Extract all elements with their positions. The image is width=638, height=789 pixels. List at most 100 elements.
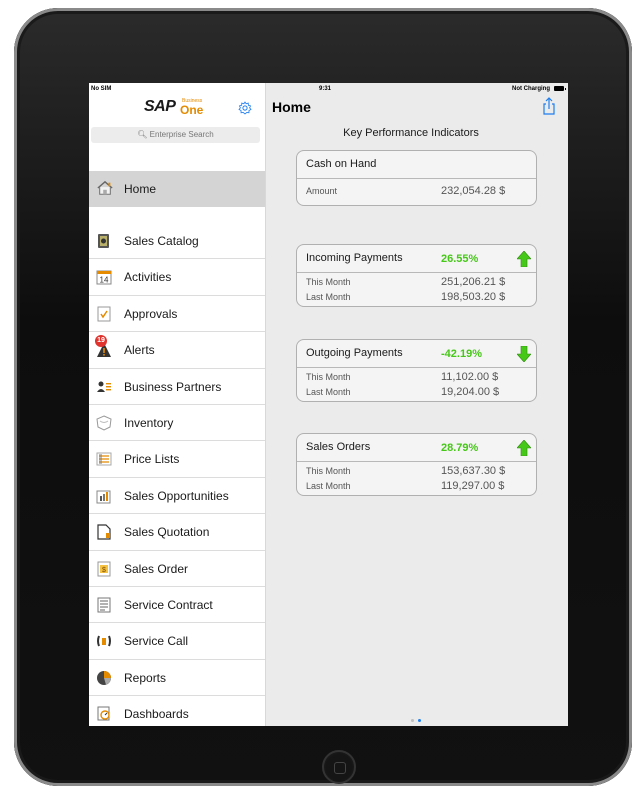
device-home-button[interactable] <box>322 750 356 784</box>
sidebar: SAP Business One 🔍︎ Enterprise Search Ho… <box>89 83 266 726</box>
kpi-row-value: 232,054.28 $ <box>441 185 506 197</box>
arrow-up-icon <box>517 440 531 456</box>
kpi-row: Last Month 198,503.20 $ <box>297 289 536 304</box>
search-placeholder: Enterprise Search <box>149 130 214 139</box>
sidebar-item-price-lists[interactable]: Price Lists <box>89 441 265 478</box>
kpi-card-title: Cash on Hand <box>306 158 377 170</box>
sales-order-icon: $ <box>97 561 111 577</box>
kpi-row: Last Month 119,297.00 $ <box>297 478 536 493</box>
page-dot <box>411 719 414 722</box>
kpi-row-value: 11,102.00 $ <box>441 371 499 383</box>
gear-icon[interactable] <box>238 101 252 115</box>
sidebar-item-label: Service Call <box>124 634 189 649</box>
sidebar-item-approvals[interactable]: Approvals <box>89 296 265 333</box>
home-icon <box>97 180 113 195</box>
box-icon <box>96 415 112 431</box>
sidebar-item-label: Home <box>124 182 157 196</box>
kpi-percent-change: 28.79% <box>441 442 479 454</box>
kpi-row-label: This Month <box>306 466 351 476</box>
sidebar-item-business-partners[interactable]: Business Partners <box>89 369 265 405</box>
kpi-row-value: 198,503.20 $ <box>441 291 506 303</box>
kpi-row-value: 251,206.21 $ <box>441 276 506 288</box>
share-icon[interactable] <box>542 97 556 115</box>
sidebar-item-label: Business Partners <box>124 379 222 394</box>
sidebar-item-service-call[interactable]: Service Call <box>89 623 265 660</box>
sidebar-item-alerts[interactable]: 19 Alerts <box>89 332 265 369</box>
sidebar-item-reports[interactable]: Reports <box>89 660 265 697</box>
kpi-card-outgoing-payments[interactable]: Outgoing Payments -42.19% This Month 11,102… <box>296 339 537 402</box>
kpi-row-label: This Month <box>306 372 351 382</box>
kpi-row-label: Last Month <box>306 292 351 302</box>
kpi-heading: Key Performance Indicators <box>343 127 479 139</box>
kpi-row: This Month 251,206.21 $ <box>297 274 536 289</box>
kpi-card-cash-on-hand[interactable]: Cash on Hand Amount 232,054.28 $ <box>296 150 537 206</box>
sidebar-nav-list: Sales Catalog 14 Activities Approvals 19 Aler… <box>89 223 265 726</box>
kpi-row-label: Amount <box>306 186 338 196</box>
kpi-row-label: Last Month <box>306 481 351 491</box>
sidebar-item-sales-order[interactable]: $ Sales Order <box>89 551 265 587</box>
sidebar-item-label: Sales Catalog <box>124 234 199 248</box>
kpi-card-header: Outgoing Payments -42.19% <box>297 340 536 368</box>
kpi-card-title: Incoming Payments <box>306 252 403 264</box>
kpi-percent-change: 26.55% <box>441 253 479 265</box>
sidebar-item-label: Sales Opportunities <box>124 488 229 503</box>
kpi-row: This Month 153,637.30 $ <box>297 463 536 478</box>
price-list-icon <box>96 452 112 466</box>
pie-chart-icon <box>97 670 111 685</box>
sidebar-item-label: Sales Order <box>124 561 189 576</box>
kpi-row: Amount 232,054.28 $ <box>297 183 536 198</box>
sidebar-item-label: Service Contract <box>124 597 213 612</box>
kpi-card-header: Sales Orders 28.79% <box>297 434 536 462</box>
sidebar-item-label: Price Lists <box>124 452 180 467</box>
arrow-up-icon <box>517 251 531 267</box>
opportunity-icon <box>96 490 111 504</box>
kpi-card-title: Outgoing Payments <box>306 347 403 359</box>
screen: SAP Business One 🔍︎ Enterprise Search Ho… <box>89 83 568 726</box>
sidebar-item-service-contract[interactable]: Service Contract <box>89 587 265 624</box>
contract-icon <box>97 597 111 613</box>
quotation-icon <box>97 524 111 540</box>
kpi-row-value: 153,637.30 $ <box>441 465 506 477</box>
calendar-day-number: 14 <box>100 276 109 285</box>
sidebar-item-home[interactable]: Home <box>89 171 265 207</box>
kpi-card-header: Cash on Hand <box>297 151 536 179</box>
catalog-icon <box>98 234 109 248</box>
sidebar-item-label: Approvals <box>124 306 178 321</box>
calendar-icon: 14 <box>96 270 112 285</box>
search-icon: 🔍︎ <box>137 130 148 139</box>
phone-icon <box>97 635 111 647</box>
page-dot-active <box>418 719 421 722</box>
sidebar-item-label: Reports <box>124 670 167 685</box>
checklist-icon <box>97 306 111 322</box>
page-indicator[interactable] <box>409 709 423 726</box>
sidebar-item-activities[interactable]: 14 Activities <box>89 259 265 296</box>
page-title: Home <box>272 99 311 115</box>
kpi-row-value: 119,297.00 $ <box>441 480 505 492</box>
dashboard-icon <box>97 706 110 721</box>
sidebar-item-dashboards[interactable]: Dashboards <box>89 696 265 726</box>
sidebar-item-sales-opportunities[interactable]: Sales Opportunities <box>89 478 265 515</box>
sidebar-item-label: Dashboards <box>124 707 189 722</box>
carrier-label: No SIM <box>91 86 112 92</box>
people-icon <box>97 381 111 392</box>
sidebar-item-inventory[interactable]: Inventory <box>89 405 265 442</box>
kpi-row: This Month 11,102.00 $ <box>297 369 536 384</box>
sidebar-item-sales-catalog[interactable]: Sales Catalog <box>89 223 265 260</box>
sidebar-item-label: Activities <box>124 270 172 285</box>
kpi-card-title: Sales Orders <box>306 441 371 453</box>
kpi-percent-change: -42.19% <box>441 348 482 360</box>
svg-text:$: $ <box>102 567 106 574</box>
kpi-row-label: This Month <box>306 277 351 287</box>
sidebar-item-sales-quotation[interactable]: Sales Quotation <box>89 514 265 551</box>
kpi-row: Last Month 19,204.00 $ <box>297 384 536 399</box>
sidebar-item-label: Inventory <box>124 415 174 430</box>
arrow-down-icon <box>517 346 531 362</box>
kpi-card-header: Incoming Payments 26.55% <box>297 245 536 273</box>
sidebar-item-label: Alerts <box>124 343 155 358</box>
main-content: Home Key Performance Indicators Cash on … <box>266 83 568 726</box>
kpi-card-sales-orders[interactable]: Sales Orders 28.79% This Month 153,637.30 $… <box>296 433 537 496</box>
sidebar-item-label: Sales Quotation <box>124 525 210 540</box>
kpi-card-incoming-payments[interactable]: Incoming Payments 26.55% This Month 251,206… <box>296 244 537 307</box>
enterprise-search-input[interactable]: 🔍︎ Enterprise Search <box>91 127 260 143</box>
kpi-row-value: 19,204.00 $ <box>441 386 500 398</box>
